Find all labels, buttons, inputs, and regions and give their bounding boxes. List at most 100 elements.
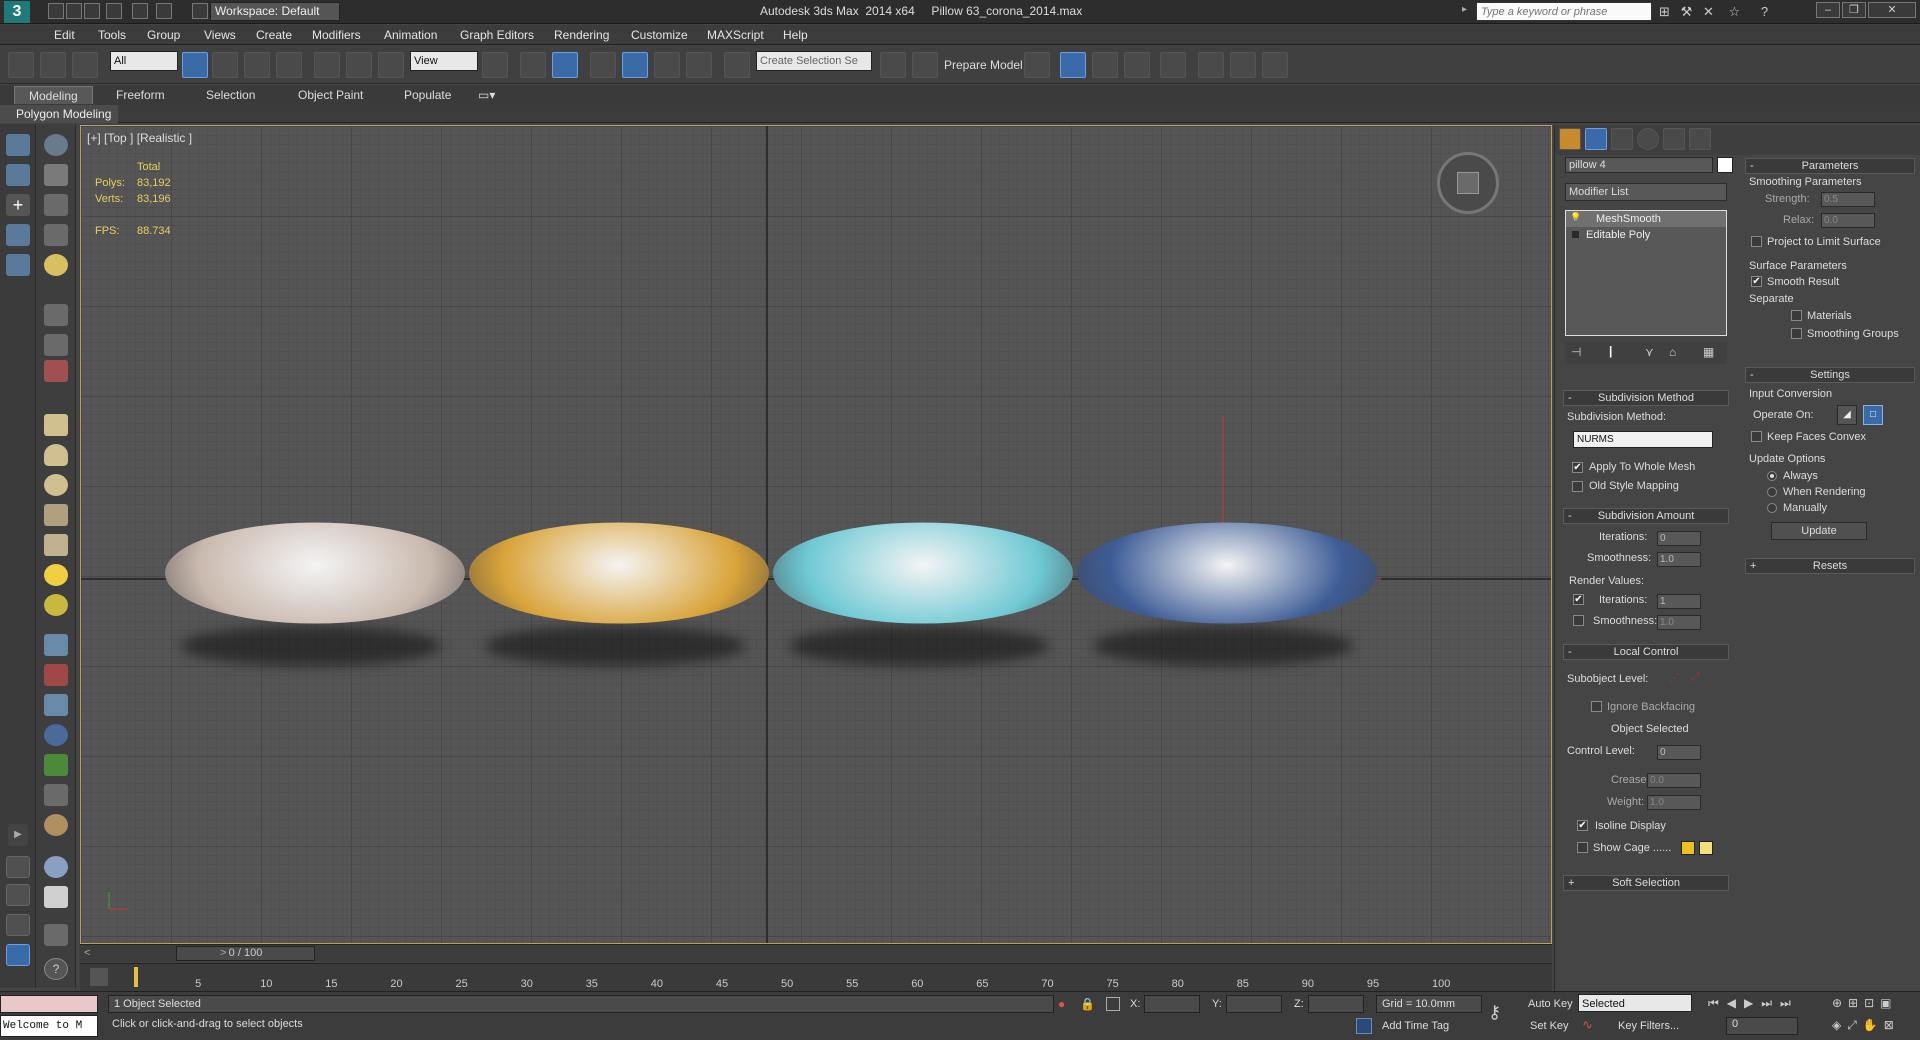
maxscript-listener-top[interactable] xyxy=(0,995,98,1013)
viewport-layout-3-icon[interactable] xyxy=(6,914,30,936)
current-frame-marker[interactable] xyxy=(134,967,138,987)
modifier-stack[interactable]: 💡 MeshSmooth Editable Poly xyxy=(1565,210,1727,336)
film-icon[interactable] xyxy=(44,334,68,356)
open-file-icon[interactable] xyxy=(66,3,82,19)
key-icon[interactable]: ⚷ xyxy=(1488,1002,1514,1024)
scale-icon[interactable] xyxy=(378,52,404,78)
light-bulb-icon[interactable]: 💡 xyxy=(1570,212,1581,223)
app-logo-icon[interactable]: 3 xyxy=(4,1,30,23)
z-coordinate-field[interactable] xyxy=(1308,995,1364,1013)
smoothness-spinner[interactable]: 1.0 xyxy=(1657,552,1701,567)
workspace-dropdown[interactable]: Workspace: Default xyxy=(210,2,340,21)
viewport-top[interactable]: [+] [Top ] [Realistic ] Total Polys: 83,… xyxy=(80,125,1552,944)
tab-object-paint[interactable]: Object Paint xyxy=(284,86,377,104)
rollout-subdivision-method[interactable]: - Subdivision Method xyxy=(1563,390,1729,406)
render-iterations-checkbox[interactable]: ✔ xyxy=(1573,594,1584,605)
redo-icon[interactable] xyxy=(132,3,148,19)
motion-tab-icon[interactable] xyxy=(1637,128,1659,150)
key-curve-icon[interactable]: ∿ xyxy=(1582,1017,1598,1033)
current-frame-field[interactable]: 0 xyxy=(1726,1017,1798,1035)
plus-icon[interactable]: + xyxy=(6,194,30,216)
cage-color-2-swatch[interactable] xyxy=(1699,841,1713,855)
maximize-icon[interactable]: ❐ xyxy=(1842,2,1866,18)
add-time-tag[interactable]: Add Time Tag xyxy=(1382,1020,1449,1032)
make-unique-icon[interactable]: ⋎ xyxy=(1645,345,1654,359)
undo-icon[interactable] xyxy=(106,3,122,19)
pivot-center-icon[interactable] xyxy=(482,52,508,78)
percent-snap-icon[interactable] xyxy=(654,52,680,78)
operate-polygons-icon[interactable]: □ xyxy=(1863,405,1883,425)
hold-icon[interactable] xyxy=(192,3,208,19)
rollout-subdivision-amount[interactable]: - Subdivision Amount xyxy=(1563,508,1729,524)
rectangular-selection-icon[interactable] xyxy=(244,52,270,78)
menu-group[interactable]: Group xyxy=(147,28,180,42)
material-editor-icon[interactable] xyxy=(1160,52,1186,78)
unlink-icon[interactable] xyxy=(40,52,66,78)
smooth-result-checkbox[interactable]: ✔ xyxy=(1751,276,1762,287)
project-limit-checkbox[interactable] xyxy=(1751,236,1762,247)
keyboard-shortcut-override-icon[interactable] xyxy=(552,52,578,78)
operate-triangles-icon[interactable]: ◢ xyxy=(1837,405,1857,425)
auto-key-button[interactable]: Auto Key xyxy=(1528,998,1573,1010)
render-icon[interactable] xyxy=(44,924,68,946)
polygon-modeling-label[interactable]: Polygon Modeling xyxy=(0,105,118,123)
rollout-resets[interactable]: + Resets xyxy=(1745,558,1915,574)
stack-item-editable-poly[interactable]: Editable Poly xyxy=(1566,227,1726,243)
hemisphere-icon[interactable] xyxy=(44,444,68,466)
binoculars-icon[interactable]: ⊞ xyxy=(1656,3,1673,20)
move-icon[interactable] xyxy=(314,52,340,78)
mirror-icon[interactable] xyxy=(880,52,906,78)
iterations-spinner[interactable]: 0 xyxy=(1657,531,1701,546)
y-coordinate-field[interactable] xyxy=(1226,995,1282,1013)
stack-item-meshsmooth[interactable]: 💡 MeshSmooth xyxy=(1566,211,1726,227)
rollout-settings[interactable]: - Settings xyxy=(1745,367,1915,383)
key-mode-dropdown[interactable]: Selected xyxy=(1578,994,1692,1012)
render-setup-icon[interactable] xyxy=(1198,52,1224,78)
absolute-mode-icon[interactable] xyxy=(1106,997,1120,1011)
crease-spinner[interactable]: 0.0 xyxy=(1647,773,1701,788)
rollout-parameters[interactable]: - Parameters xyxy=(1745,158,1915,174)
shell-icon[interactable] xyxy=(44,814,68,836)
camera-icon[interactable] xyxy=(44,304,68,326)
menu-tools[interactable]: Tools xyxy=(98,28,126,42)
cage-color-1-swatch[interactable] xyxy=(1681,841,1695,855)
rollout-soft-selection[interactable]: + Soft Selection xyxy=(1563,875,1729,891)
weight-spinner[interactable]: 1.0 xyxy=(1647,795,1701,810)
materials-checkbox[interactable] xyxy=(1791,310,1802,321)
grid-icon[interactable] xyxy=(44,886,68,908)
hierarchy-icon[interactable] xyxy=(6,254,30,276)
viewport-label[interactable]: [+] [Top ] [Realistic ] xyxy=(87,131,192,145)
old-style-mapping-checkbox[interactable] xyxy=(1572,481,1583,492)
sun-icon[interactable] xyxy=(44,564,68,586)
viewport-layout-2-icon[interactable] xyxy=(6,884,30,906)
angle-snap-icon[interactable] xyxy=(622,52,648,78)
track-bar[interactable]: 5 10 15 20 25 30 35 40 45 50 55 60 65 70 75 80 85 90 95 100 xyxy=(80,963,1552,991)
selection-filter-dropdown[interactable]: All xyxy=(110,51,178,71)
object-name-field[interactable]: pillow 4 xyxy=(1565,157,1713,173)
menu-views[interactable]: Views xyxy=(204,28,236,42)
strength-spinner[interactable]: 0.5 xyxy=(1821,192,1875,207)
relax-spinner[interactable]: 0.0 xyxy=(1821,213,1875,228)
new-file-icon[interactable] xyxy=(48,3,64,19)
key-filters-button[interactable]: Key Filters... xyxy=(1618,1020,1679,1032)
update-rendering-radio[interactable] xyxy=(1767,487,1777,497)
update-manually-radio[interactable] xyxy=(1767,503,1777,513)
remove-modifier-icon[interactable]: ⌂ xyxy=(1669,345,1676,359)
named-selection-dropdown[interactable]: Create Selection Se xyxy=(756,51,872,71)
minimize-icon[interactable]: – xyxy=(1816,2,1840,18)
tab-selection[interactable]: Selection xyxy=(192,86,269,104)
display-tab-icon[interactable] xyxy=(1663,128,1685,150)
graphite-toolbox-icon[interactable] xyxy=(1060,52,1086,78)
curve-editor-icon[interactable] xyxy=(1092,52,1118,78)
omni-light-icon[interactable] xyxy=(44,594,68,616)
configure-sets-icon[interactable]: ▦ xyxy=(1703,345,1714,359)
cone-icon[interactable] xyxy=(44,534,68,556)
isoline-display-checkbox[interactable]: ✔ xyxy=(1577,820,1588,831)
save-file-icon[interactable] xyxy=(84,3,100,19)
project-folder-icon[interactable] xyxy=(156,3,172,19)
geosphere-icon[interactable] xyxy=(44,504,68,526)
playback-controls[interactable]: ⏮◀▶⏭⏭ xyxy=(1708,996,1799,1011)
render-iterations-spinner[interactable]: 1 xyxy=(1657,594,1701,609)
scene-explorer-icon[interactable] xyxy=(6,134,30,156)
modifier-list-dropdown[interactable]: Modifier List xyxy=(1565,183,1727,201)
